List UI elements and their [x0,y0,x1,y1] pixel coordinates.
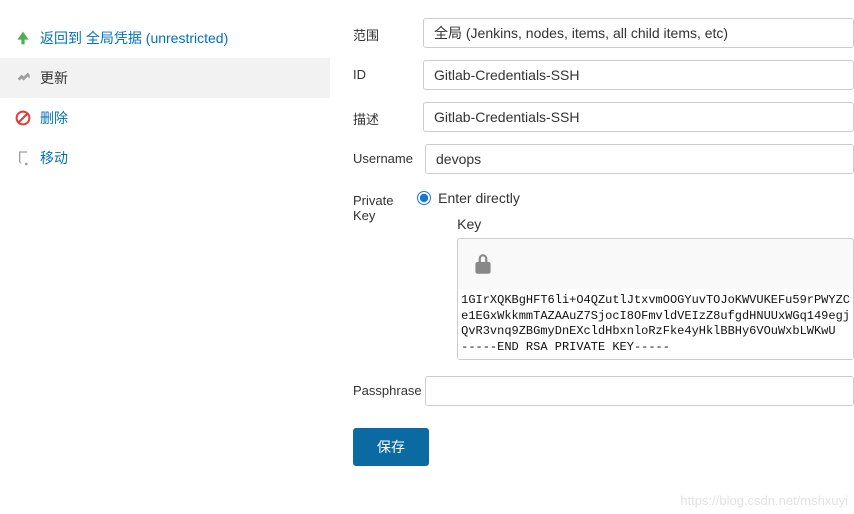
lock-bar [458,239,853,289]
scope-label: 范围 [353,18,423,48]
sidebar-item-label: 返回到 全局凭据 (unrestricted) [40,28,228,48]
key-box: 1GIrXQKBgHFT6li+O4QZutlJtxvmOOGYuvTOJoKW… [457,238,854,360]
username-input[interactable] [425,144,854,174]
watermark: https://blog.csdn.net/mshxuyi [680,493,848,508]
description-label: 描述 [353,102,423,132]
private-key-label: Private Key [353,186,417,360]
key-sub-label: Key [457,216,854,232]
wrench-icon [14,69,32,87]
arrow-up-icon [14,29,32,47]
sidebar-item-label: 删除 [40,108,68,128]
hand-truck-icon [14,149,32,167]
enter-directly-label: Enter directly [438,190,520,206]
scope-input[interactable] [423,18,854,48]
description-input[interactable] [423,102,854,132]
sidebar-item-back[interactable]: 返回到 全局凭据 (unrestricted) [0,18,330,58]
id-label: ID [353,60,423,90]
sidebar-item-delete[interactable]: 删除 [0,98,330,138]
sidebar-item-move[interactable]: 移动 [0,138,330,178]
username-label: Username [353,144,425,174]
key-text[interactable]: 1GIrXQKBgHFT6li+O4QZutlJtxvmOOGYuvTOJoKW… [458,289,853,359]
form-area: 范围 ID 描述 Username Private Key Enter dire… [335,0,854,466]
sidebar-item-update[interactable]: 更新 [0,58,330,98]
passphrase-label: Passphrase [353,376,425,406]
lock-icon [470,251,496,277]
sidebar: 返回到 全局凭据 (unrestricted) 更新 删除 移动 [0,0,330,178]
sidebar-item-label: 更新 [40,68,68,88]
enter-directly-radio[interactable] [417,191,431,205]
id-input[interactable] [423,60,854,90]
passphrase-input[interactable] [425,376,854,406]
save-button[interactable]: 保存 [353,428,429,466]
sidebar-item-label: 移动 [40,148,68,168]
no-entry-icon [14,109,32,127]
